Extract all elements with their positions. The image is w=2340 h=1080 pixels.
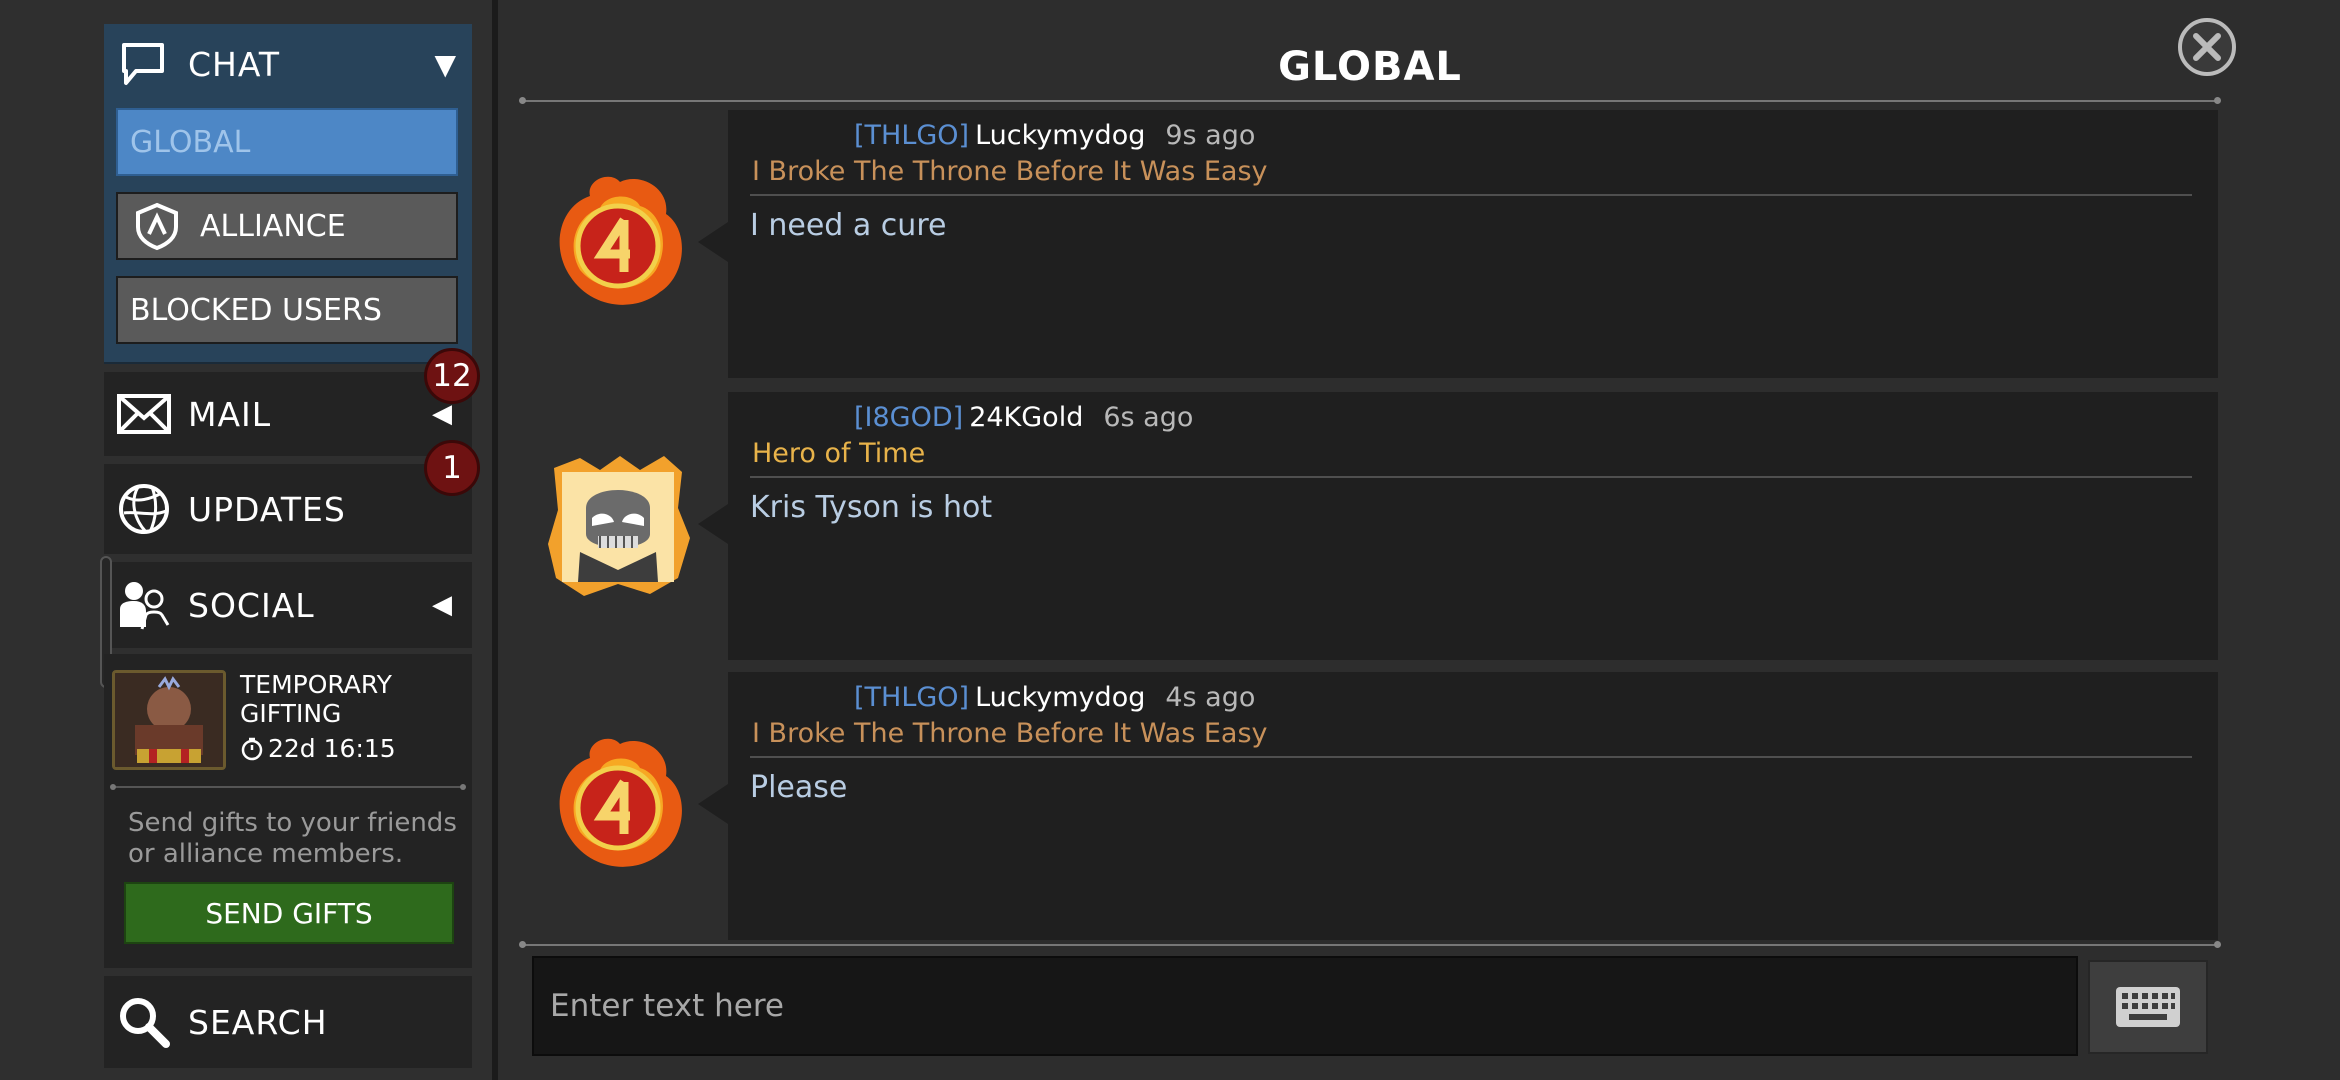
skull-mask-hero-icon [548, 456, 690, 596]
timestamp: 4s ago [1165, 682, 1256, 713]
user-title: Hero of Time [752, 438, 926, 469]
envelope-icon [117, 394, 171, 434]
chat-header[interactable]: CHAT ▼ [104, 24, 472, 104]
sidebar-item-updates[interactable]: UPDATES [104, 464, 472, 554]
alliance-tag[interactable]: [THLGO] [854, 682, 969, 713]
footer-divider [519, 941, 2221, 948]
send-gifts-button[interactable]: SEND GIFTS [124, 882, 454, 944]
sidebar-item-social[interactable]: SOCIAL ◀ [104, 562, 472, 648]
username[interactable]: 24KGold [969, 402, 1083, 433]
gifting-divider [110, 784, 466, 790]
tab-blocked-users-label: BLOCKED USERS [130, 292, 382, 328]
alliance-tag[interactable]: [THLGO] [854, 120, 969, 151]
chat-message: [THLGO] Luckymydog 9s ago I Broke The Thro… [540, 110, 2218, 378]
chat-label: CHAT [188, 44, 281, 84]
message-meta: [I8GOD] 24KGold 6s ago [854, 402, 1193, 433]
tab-global[interactable]: GLOBAL [116, 108, 458, 176]
close-icon [2193, 33, 2221, 61]
sidebar-divider [492, 0, 498, 1080]
search-icon [120, 998, 170, 1048]
gifting-panel: TEMPORARY GIFTING 22d 16:15 Send gifts t… [104, 654, 472, 968]
message-divider [750, 756, 2192, 758]
message-bubble: [THLGO] Luckymydog 9s ago I Broke The Thro… [698, 110, 2218, 378]
tab-global-label: GLOBAL [130, 124, 251, 160]
message-input-placeholder: Enter text here [550, 988, 784, 1024]
updates-label: UPDATES [188, 489, 346, 529]
gifting-title: TEMPORARY GIFTING [240, 670, 392, 728]
stopwatch-icon [241, 737, 263, 760]
user-title: I Broke The Throne Before It Was Easy [752, 718, 1268, 749]
close-button[interactable] [2178, 18, 2236, 76]
gifting-timer: 22d 16:15 [240, 734, 396, 763]
chevron-left-icon: ◀ [432, 590, 452, 620]
gifting-timer-value: 22d 16:15 [268, 734, 396, 763]
social-label: SOCIAL [188, 585, 315, 625]
page-title: GLOBAL [1278, 44, 1462, 90]
gifting-description: Send gifts to your friends or alliance m… [128, 808, 457, 869]
message-divider [750, 194, 2192, 196]
alliance-tag[interactable]: [I8GOD] [854, 402, 963, 433]
tab-alliance-label: ALLIANCE [200, 208, 346, 244]
chat-section: CHAT ▼ GLOBAL ALLIANCE BLOCKED USERS [104, 24, 472, 364]
timestamp: 6s ago [1103, 402, 1194, 433]
chevron-down-icon[interactable]: ▼ [434, 48, 456, 81]
timestamp: 9s ago [1165, 120, 1256, 151]
tab-blocked-users[interactable]: BLOCKED USERS [116, 276, 458, 344]
user-title: I Broke The Throne Before It Was Easy [752, 156, 1268, 187]
username[interactable]: Luckymydog [975, 120, 1145, 151]
message-meta: [THLGO] Luckymydog 4s ago [854, 682, 1255, 713]
mail-label: MAIL [188, 394, 272, 434]
message-input[interactable]: Enter text here [532, 956, 2078, 1056]
social-people-icon [120, 582, 170, 630]
username[interactable]: Luckymydog [975, 682, 1145, 713]
message-bubble: [THLGO] Luckymydog 4s ago I Broke The Thro… [698, 672, 2218, 940]
keyboard-button[interactable] [2088, 960, 2208, 1054]
updates-count-badge: 1 [424, 440, 480, 496]
chat-message: [I8GOD] 24KGold 6s ago Hero of Time Kris T… [540, 392, 2218, 660]
gift-event-image [112, 670, 226, 770]
header-divider [519, 97, 2221, 104]
chat-message: [THLGO] Luckymydog 4s ago I Broke The Thro… [540, 672, 2218, 940]
message-text: Kris Tyson is hot [750, 490, 993, 525]
search-label: SEARCH [188, 1002, 328, 1042]
message-text: Please [750, 770, 848, 805]
flaming-four-icon [559, 738, 682, 867]
keyboard-icon [2116, 987, 2180, 1027]
mail-count-badge: 12 [424, 348, 480, 404]
message-text: I need a cure [750, 208, 947, 243]
message-bubble: [I8GOD] 24KGold 6s ago Hero of Time Kris T… [698, 392, 2218, 660]
speech-bubble-icon [122, 43, 164, 85]
send-gifts-label: SEND GIFTS [205, 896, 373, 930]
message-divider [750, 476, 2192, 478]
sidebar-item-mail[interactable]: MAIL ◀ [104, 372, 472, 456]
alliance-shield-icon [136, 202, 178, 251]
sidebar-item-search[interactable]: SEARCH [104, 976, 472, 1068]
tab-alliance[interactable]: ALLIANCE [116, 192, 458, 260]
flaming-four-icon [559, 176, 682, 305]
message-meta: [THLGO] Luckymydog 9s ago [854, 120, 1255, 151]
globe-icon [119, 484, 169, 534]
